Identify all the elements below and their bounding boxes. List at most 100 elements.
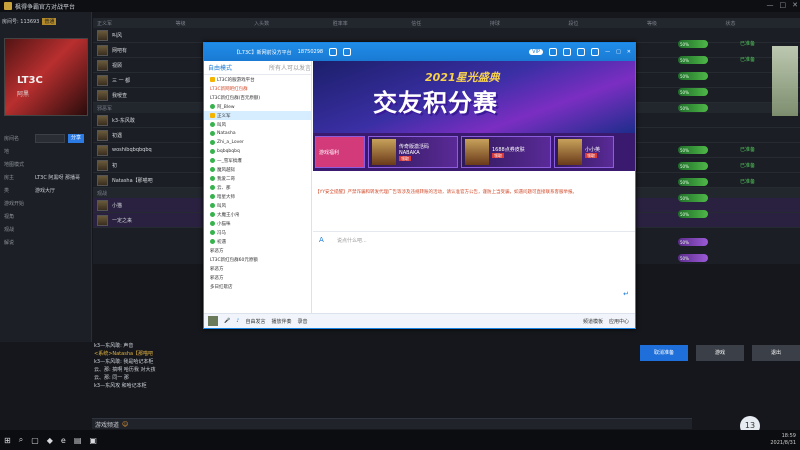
field-label: 视角 — [4, 213, 15, 220]
player-name: k3-东风敢 — [112, 117, 135, 124]
game-icon[interactable] — [577, 48, 586, 56]
col-header: 入头数 — [254, 20, 270, 27]
promo-card[interactable]: 1688点券皮肤 领取 — [461, 136, 551, 168]
home-icon[interactable] — [549, 48, 558, 56]
player-avatar — [97, 144, 108, 156]
mic-status-icon — [210, 140, 215, 145]
member-item[interactable]: 冯马 — [204, 228, 311, 237]
menu-icon[interactable] — [591, 48, 600, 56]
app-logo-icon — [4, 2, 12, 10]
user-icon[interactable] — [563, 48, 572, 56]
record-button[interactable]: 录音 — [297, 318, 307, 325]
field-row: 地 — [4, 145, 90, 157]
font-icon[interactable]: A — [319, 236, 324, 244]
channel-item[interactable]: 邪恶方 — [204, 273, 311, 282]
member-item[interactable]: 云、那 — [204, 183, 311, 192]
browser-icon[interactable]: e — [61, 436, 66, 445]
share-button[interactable]: 分享 — [68, 133, 85, 143]
col-header: 胜率率 — [332, 20, 348, 27]
rank-bar: 50% — [678, 162, 708, 170]
app-center-button[interactable]: 应用中心 — [609, 318, 629, 325]
chat-input-bar[interactable]: 游戏频道 ☺ — [92, 418, 692, 429]
member-item[interactable]: 叫风 — [204, 120, 311, 129]
field-row: 房间名 分享 — [4, 132, 90, 144]
member-item[interactable]: 初遇 — [204, 237, 311, 246]
rank-bar: 50% — [678, 238, 708, 246]
yy-maximize-button[interactable]: □ — [616, 49, 621, 55]
cancel-ready-button[interactable]: 取消准备 — [640, 345, 688, 361]
player-name: woshibqbqbqbq — [112, 147, 152, 153]
vip-badge[interactable]: VIP — [529, 49, 544, 55]
mic-status-icon — [210, 104, 215, 109]
app-icon[interactable]: ◆ — [47, 436, 53, 445]
free-mode-button[interactable]: 自由发言 — [245, 318, 265, 325]
room-id-row: 房间号: 113693 普通 — [2, 18, 57, 25]
member-item[interactable]: 暗星大师 — [204, 192, 311, 201]
player-avatar — [97, 114, 108, 126]
promo-card[interactable]: 小小英 领取 — [554, 136, 614, 168]
mic-status-icon — [210, 158, 215, 163]
member-item[interactable]: 一_雪军搞爆 — [204, 156, 311, 165]
rank-bar: 50% — [678, 40, 708, 48]
left-promo-card[interactable]: 游戏福利 — [315, 136, 365, 168]
side-character-image — [772, 46, 798, 116]
member-item[interactable]: Zhi_a_Lover — [204, 138, 311, 147]
claim-button[interactable]: 领取 — [585, 152, 597, 158]
member-item[interactable]: 魔风越狱 — [204, 165, 311, 174]
member-item[interactable]: bqbqbqbq — [204, 147, 311, 156]
game-app-icon[interactable]: ▣ — [89, 436, 97, 445]
minimize-button[interactable]: — — [767, 1, 774, 9]
yy-close-button[interactable]: ✕ — [627, 49, 631, 55]
send-icon[interactable]: ↵ — [623, 290, 629, 298]
channel-item[interactable]: LT3C新红包群60元原额 — [204, 255, 311, 264]
search-icon[interactable]: ⌕ — [19, 435, 23, 445]
game-button[interactable]: 游戏 — [696, 345, 744, 361]
group-item[interactable]: 正义军 — [204, 111, 311, 120]
channel-item[interactable]: 邪恶方 — [204, 264, 311, 273]
channel-select[interactable]: 游戏频道 — [95, 420, 119, 429]
player-avatar — [97, 214, 108, 226]
notification-icon[interactable] — [343, 48, 352, 56]
free-mode-label[interactable]: 自由模式 — [208, 63, 232, 72]
room-fields: 房间名 分享 地 地图模式 房主 LT3C 阿黑呀 那播哥 类游戏大厅 游戏开始 … — [4, 132, 90, 249]
folder-icon[interactable]: ▤ — [74, 436, 82, 445]
windows-start-icon[interactable]: ⊞ — [4, 436, 11, 445]
speaker-icon[interactable]: ♪ — [236, 318, 239, 324]
mic-status-icon — [210, 167, 215, 172]
rank-bar: 50% — [678, 178, 708, 186]
event-banner[interactable]: 2021星光盛典 交友积分赛 — [313, 61, 635, 133]
message-composer[interactable]: 说点什么吧... A ↵ — [313, 231, 635, 309]
member-item[interactable]: 阿_Blew — [204, 102, 311, 111]
maximize-button[interactable]: □ — [780, 1, 787, 9]
claim-button[interactable]: 领取 — [492, 152, 504, 158]
col-header: 持球 — [489, 20, 500, 27]
leave-button[interactable]: 退出 — [752, 345, 800, 361]
field-row: 类 游戏大厅 — [4, 184, 90, 196]
task-view-icon[interactable]: ▢ — [31, 436, 39, 445]
template-button[interactable]: 频道模板 — [583, 318, 603, 325]
channel-item[interactable]: 多日红歇店 — [204, 282, 311, 291]
rank-bar: 50% — [678, 254, 708, 262]
channel-item[interactable]: LT3C新网吧红包群 — [204, 84, 311, 93]
user-avatar[interactable] — [208, 316, 218, 326]
music-button[interactable]: 播放伴奏 — [271, 318, 291, 325]
channel-item[interactable]: 邪恶方 — [204, 246, 311, 255]
mic-icon[interactable]: 🎤 — [224, 318, 230, 324]
member-item[interactable]: 小猫咪 — [204, 219, 311, 228]
close-button[interactable]: ✕ — [792, 1, 798, 9]
member-item[interactable]: 叫风 — [204, 201, 311, 210]
channel-item[interactable]: LT3C新红包群(百元原额) — [204, 93, 311, 102]
member-item[interactable]: 我爱二哥 — [204, 174, 311, 183]
member-item[interactable]: Natasha — [204, 129, 311, 138]
room-name-input[interactable] — [35, 133, 65, 143]
channel-tree: 自由模式 所有人可以发言 LT3C的服游戏平台 LT3C新网吧红包群 LT3C新… — [204, 61, 312, 319]
claim-button[interactable]: 领取 — [399, 155, 411, 161]
emoji-icon[interactable]: ☺ — [122, 421, 128, 428]
promo-card[interactable]: 传奇版激活码 NABAKA 领取 — [368, 136, 458, 168]
crown-icon — [210, 77, 215, 82]
channel-item[interactable]: LT3C的服游戏平台 — [204, 75, 311, 84]
yy-minimize-button[interactable]: — — [605, 49, 610, 55]
mic-status-icon — [210, 203, 215, 208]
player-name: 叫风 — [112, 32, 123, 39]
member-item[interactable]: 大魔王小帛 — [204, 210, 311, 219]
